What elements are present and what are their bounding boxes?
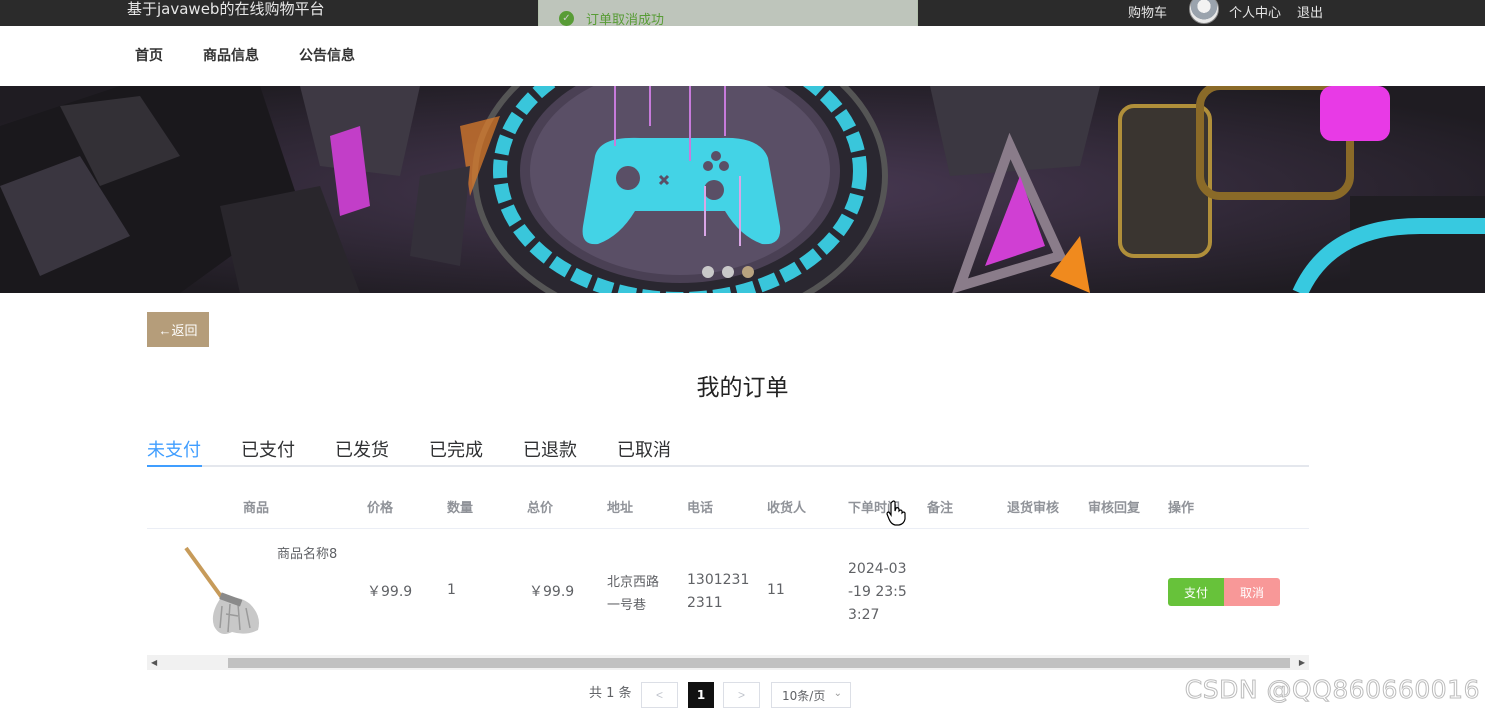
tab-refunded[interactable]: 已退款 bbox=[523, 436, 577, 462]
order-tabs: 未支付 已支付 已发货 已完成 已退款 已取消 bbox=[147, 430, 1309, 467]
hand-cursor-icon bbox=[886, 500, 906, 526]
col-total: 总价 bbox=[527, 501, 554, 516]
product-name: 商品名称8 bbox=[277, 547, 338, 562]
col-phone: 电话 bbox=[687, 501, 714, 516]
carousel-dot-3[interactable] bbox=[742, 266, 754, 278]
col-review-reply: 审核回复 bbox=[1088, 501, 1141, 516]
scroll-left-arrow-icon[interactable]: ◀ bbox=[151, 658, 157, 667]
order-time-line-1: 2024-03 bbox=[848, 561, 907, 577]
total-cell: ￥99.9 bbox=[529, 584, 575, 600]
nav-item-notices[interactable]: 公告信息 bbox=[299, 45, 355, 65]
phone-line-2: 2311 bbox=[687, 595, 723, 611]
col-actions: 操作 bbox=[1168, 501, 1195, 516]
profile-link[interactable]: 个人中心 bbox=[1229, 2, 1281, 21]
user-menu: 购物车 个人中心 退出 bbox=[1128, 0, 1323, 24]
toast-message: 订单取消成功 bbox=[586, 12, 665, 28]
tab-paid[interactable]: 已支付 bbox=[241, 436, 295, 462]
col-address: 地址 bbox=[607, 501, 634, 516]
next-page-button[interactable]: > bbox=[723, 682, 760, 708]
carousel-dot-1[interactable] bbox=[702, 266, 714, 278]
page-number-current[interactable]: 1 bbox=[688, 682, 714, 708]
address-line-2: 一号巷 bbox=[607, 598, 647, 613]
pagination-total: 共 1 条 bbox=[589, 686, 632, 701]
tab-cancelled[interactable]: 已取消 bbox=[617, 436, 671, 462]
address-line-1: 北京西路 bbox=[607, 575, 660, 590]
scrollbar-thumb[interactable] bbox=[228, 658, 1290, 668]
tab-unpaid[interactable]: 未支付 bbox=[147, 436, 201, 462]
nav-item-products[interactable]: 商品信息 bbox=[203, 45, 259, 65]
site-title: 基于javaweb的在线购物平台 bbox=[127, 0, 325, 18]
tab-shipped[interactable]: 已发货 bbox=[335, 436, 389, 462]
col-return-review: 退货审核 bbox=[1007, 501, 1060, 516]
watermark: CSDN @QQ860660016 bbox=[1184, 675, 1480, 705]
scroll-right-arrow-icon[interactable]: ▶ bbox=[1299, 658, 1305, 667]
nav-item-home[interactable]: 首页 bbox=[135, 45, 163, 65]
back-button[interactable]: ←返回 bbox=[147, 312, 209, 347]
logout-link[interactable]: 退出 bbox=[1297, 2, 1323, 21]
col-receiver: 收货人 bbox=[767, 501, 807, 516]
cancel-button[interactable]: 取消 bbox=[1224, 578, 1280, 606]
order-time-cell: 2024-03 -19 23:5 3:27 bbox=[848, 558, 907, 627]
cart-link[interactable]: 购物车 bbox=[1128, 2, 1167, 21]
product-image[interactable] bbox=[180, 544, 266, 638]
page-size-value: 10条/页 bbox=[782, 688, 826, 703]
pay-button[interactable]: 支付 bbox=[1168, 578, 1224, 606]
table-horizontal-scrollbar[interactable]: ◀ ▶ bbox=[147, 655, 1309, 670]
address-cell: 北京西路 一号巷 bbox=[607, 571, 659, 617]
check-circle-icon: ✓ bbox=[559, 10, 574, 26]
carousel-dot-2[interactable] bbox=[722, 266, 734, 278]
chevron-down-icon: ⌄ bbox=[833, 688, 842, 699]
page-title: 我的订单 bbox=[696, 375, 789, 401]
quantity-cell: 1 bbox=[447, 582, 456, 598]
col-remark: 备注 bbox=[927, 501, 954, 516]
order-time-line-3: 3:27 bbox=[848, 607, 880, 623]
col-product: 商品 bbox=[243, 501, 270, 516]
col-price: 价格 bbox=[367, 501, 394, 516]
tab-completed[interactable]: 已完成 bbox=[429, 436, 483, 462]
phone-line-1: 1301231 bbox=[687, 572, 750, 588]
tab-active-indicator bbox=[147, 465, 202, 467]
banner-image bbox=[0, 86, 1485, 293]
order-time-line-2: -19 23:5 bbox=[848, 584, 907, 600]
prev-page-button[interactable]: < bbox=[641, 682, 678, 708]
table-header: 商品 价格 数量 总价 地址 电话 收货人 下单时间 备注 退货审核 审核回复 … bbox=[147, 483, 1309, 529]
page-size-select[interactable]: 10条/页 ⌄ bbox=[771, 682, 851, 708]
phone-cell: 1301231 2311 bbox=[687, 569, 749, 615]
orders-table: 商品 价格 数量 总价 地址 电话 收货人 下单时间 备注 退货审核 审核回复 … bbox=[147, 483, 1309, 654]
avatar[interactable] bbox=[1188, 0, 1219, 24]
col-quantity: 数量 bbox=[447, 501, 474, 516]
main-nav: 首页 商品信息 公告信息 bbox=[0, 26, 1485, 86]
receiver-cell: 11 bbox=[767, 582, 785, 598]
price-cell: ￥99.9 bbox=[367, 584, 413, 600]
table-row: 商品名称8 ￥99.9 1 ￥99.9 北京西路 一号巷 1301231 231… bbox=[147, 529, 1309, 654]
banner-carousel[interactable] bbox=[0, 86, 1485, 293]
